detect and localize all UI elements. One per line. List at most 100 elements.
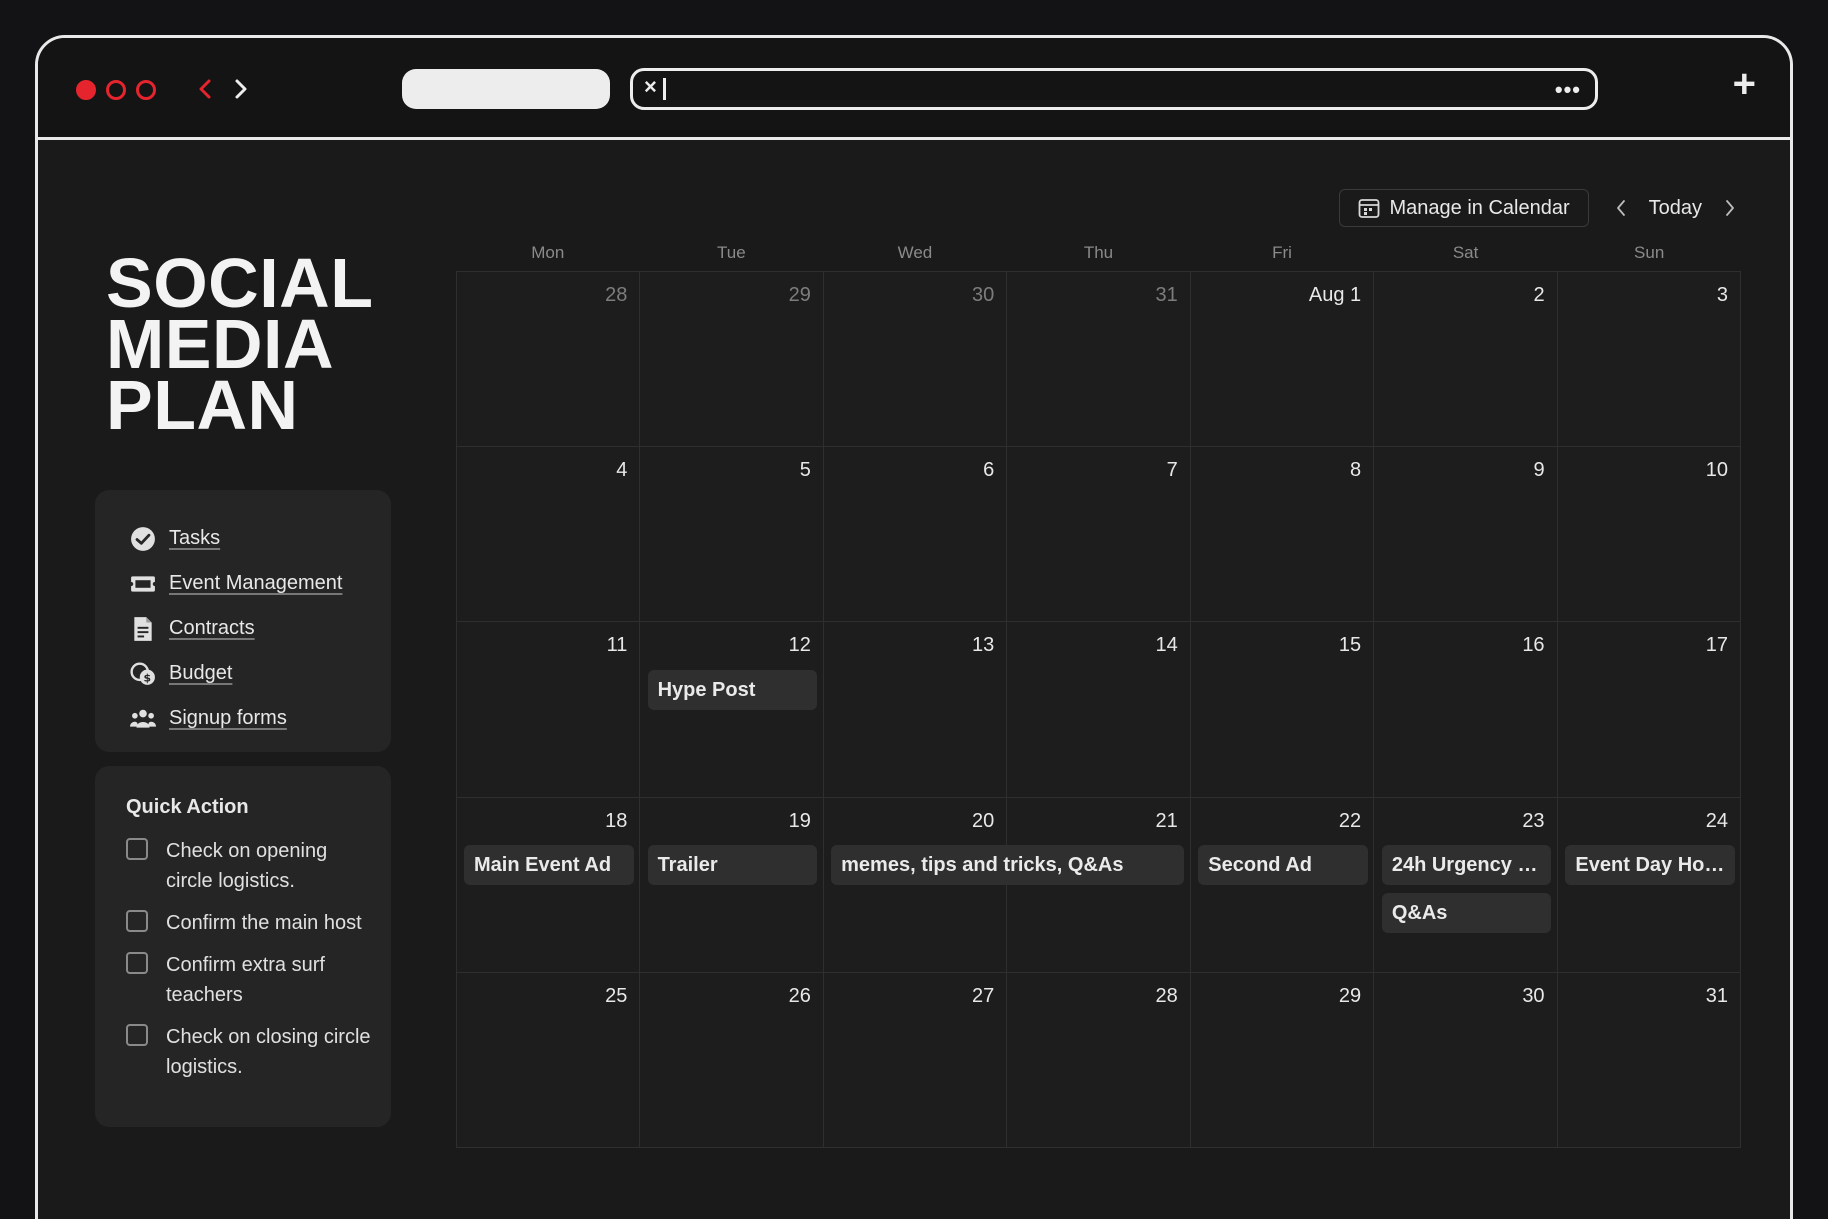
calendar-day-cell[interactable]: 26 xyxy=(640,972,824,1148)
minimize-window-button[interactable] xyxy=(106,80,126,100)
calendar-event[interactable]: Q&As xyxy=(1381,893,1552,934)
calendar-day-cell[interactable]: 14 xyxy=(1007,622,1191,798)
calendar-day-cell[interactable]: 16 xyxy=(1374,622,1558,798)
day-number: 23 xyxy=(1522,809,1545,832)
calendar-day-cell[interactable]: 19 xyxy=(640,797,824,973)
nav-item-label: Contracts xyxy=(169,617,255,639)
browser-tab[interactable] xyxy=(402,69,610,109)
calendar-day-cell[interactable]: 31 xyxy=(1557,972,1741,1148)
calendar-day-cell[interactable]: 31 xyxy=(1007,272,1191,448)
page-content: SOCIAL MEDIA PLAN Tasks Event Management… xyxy=(38,143,1790,1219)
calendar-day-cell[interactable]: 10 xyxy=(1557,447,1741,623)
calendar-day-cell[interactable]: 25 xyxy=(457,972,641,1148)
day-number: 28 xyxy=(605,284,628,306)
weekday-header: Mon Tue Wed Thu Fri Sat Sun xyxy=(456,243,1741,263)
calendar-day-cell[interactable]: 29 xyxy=(640,272,824,448)
clear-url-icon[interactable]: × xyxy=(644,74,657,100)
chevron-left-icon xyxy=(1616,200,1625,216)
todo-item: Check on closing circle logistics. xyxy=(126,1022,371,1082)
nav-item-label: Budget xyxy=(169,662,233,684)
nav-item-event-management[interactable]: Event Management xyxy=(95,561,391,606)
calendar-day-cell[interactable]: 4 xyxy=(457,447,641,623)
address-bar[interactable]: × ••• xyxy=(630,68,1598,110)
calendar-event[interactable]: Trailer xyxy=(647,845,818,886)
previous-month-button[interactable] xyxy=(1609,193,1633,223)
calendar-day-cell[interactable]: 20 xyxy=(823,797,1008,973)
next-month-button[interactable] xyxy=(1718,193,1742,223)
day-number: 24 xyxy=(1705,809,1728,832)
day-number: 12 xyxy=(788,634,811,657)
calendar-day-cell[interactable]: 2 xyxy=(1374,272,1558,448)
calendar-toolbar: Manage in Calendar Today xyxy=(1338,189,1743,227)
close-window-button[interactable] xyxy=(76,80,96,100)
page-title: SOCIAL MEDIA PLAN xyxy=(106,244,374,444)
day-number: 27 xyxy=(972,984,995,1007)
day-number: 4 xyxy=(616,459,628,482)
calendar-day-cell[interactable]: 29 xyxy=(1190,972,1375,1148)
calendar-event[interactable]: Main Event Ad xyxy=(464,845,634,886)
calendar-day-cell[interactable]: 7 xyxy=(1007,447,1191,623)
calendar-day-cell[interactable]: 21 xyxy=(1007,797,1191,973)
new-tab-button[interactable]: + xyxy=(1733,62,1756,107)
day-number: 9 xyxy=(1533,459,1545,482)
navigation-card: Tasks Event Management Contracts $ Budge… xyxy=(95,490,391,752)
more-options-icon[interactable]: ••• xyxy=(1555,77,1581,103)
nav-item-contracts[interactable]: Contracts xyxy=(95,606,391,651)
nav-item-budget[interactable]: $ Budget xyxy=(95,651,391,696)
manage-in-calendar-button[interactable]: Manage in Calendar xyxy=(1338,189,1589,227)
day-number: 16 xyxy=(1522,634,1545,657)
calendar-day-cell[interactable]: 17 xyxy=(1557,622,1741,798)
calendar-day-cell[interactable]: Aug 1 xyxy=(1190,272,1375,448)
calendar-day-cell[interactable]: 28 xyxy=(1007,972,1191,1148)
todo-checkbox[interactable] xyxy=(126,910,148,932)
day-number: 6 xyxy=(983,459,995,482)
calendar-day-cell[interactable]: 27 xyxy=(823,972,1008,1148)
todo-checkbox[interactable] xyxy=(126,838,148,860)
day-number: 31 xyxy=(1705,984,1728,1007)
calendar-day-cell[interactable]: 15 xyxy=(1190,622,1375,798)
check-circle-icon xyxy=(129,525,157,553)
calendar-day-cell[interactable]: 5 xyxy=(640,447,824,623)
calendar-day-cell[interactable]: 22 xyxy=(1190,797,1375,973)
calendar-event[interactable]: Second Ad xyxy=(1198,845,1368,886)
day-number: 25 xyxy=(605,984,628,1007)
calendar-day-cell[interactable]: 30 xyxy=(1374,972,1558,1148)
weekday-label: Sun xyxy=(1634,243,1665,262)
todo-item: Confirm extra surf teachers xyxy=(126,950,371,1010)
calendar-day-cell[interactable]: 11 xyxy=(457,622,641,798)
forward-button[interactable] xyxy=(228,72,254,106)
calendar-event[interactable]: 24h Urgency T... xyxy=(1381,845,1552,886)
calendar-day-cell[interactable]: 6 xyxy=(823,447,1008,623)
todo-checkbox[interactable] xyxy=(126,952,148,974)
day-number: 3 xyxy=(1716,284,1728,306)
calendar-day-cell[interactable]: 23 xyxy=(1374,797,1558,973)
calendar-day-cell[interactable]: 3 xyxy=(1557,272,1741,448)
calendar-event[interactable]: Event Day Hos... xyxy=(1565,845,1735,886)
calendar-day-cell[interactable]: 8 xyxy=(1190,447,1375,623)
calendar-day-cell[interactable]: 30 xyxy=(823,272,1008,448)
today-button[interactable]: Today xyxy=(1649,197,1702,220)
weekday-label: Sat xyxy=(1452,243,1479,262)
todo-item: Confirm the main host xyxy=(126,908,371,938)
document-icon xyxy=(129,615,157,643)
day-number: 8 xyxy=(1350,459,1362,482)
day-number: 29 xyxy=(788,284,811,306)
day-number: 29 xyxy=(1338,984,1362,1007)
calendar-day-cell[interactable]: 18 xyxy=(457,797,641,973)
coins-icon: $ xyxy=(129,660,157,688)
calendar-day-cell[interactable]: 9 xyxy=(1374,447,1558,623)
calendar-day-cell[interactable]: 24 xyxy=(1557,797,1741,973)
calendar-day-cell[interactable]: 12 xyxy=(640,622,824,798)
calendar-grid: 28 29 30 31 Aug 1 2 3 4 5 6 7 8 9 10 11 12 13 14 15 16 17 18 1… xyxy=(456,271,1741,1148)
todo-text: Confirm the main host xyxy=(166,912,362,934)
nav-item-tasks[interactable]: Tasks xyxy=(95,516,391,561)
calendar-event[interactable]: Hype Post xyxy=(647,669,818,710)
back-button[interactable] xyxy=(192,72,218,106)
maximize-window-button[interactable] xyxy=(136,80,156,100)
nav-item-signup-forms[interactable]: Signup forms xyxy=(95,696,391,741)
calendar-day-cell[interactable]: 13 xyxy=(823,622,1008,798)
calendar-event[interactable]: memes, tips and tricks, Q&As xyxy=(831,845,1185,886)
quick-action-card: Quick Action Check on opening circle log… xyxy=(95,766,391,1127)
todo-checkbox[interactable] xyxy=(126,1024,148,1046)
calendar-day-cell[interactable]: 28 xyxy=(457,272,641,448)
